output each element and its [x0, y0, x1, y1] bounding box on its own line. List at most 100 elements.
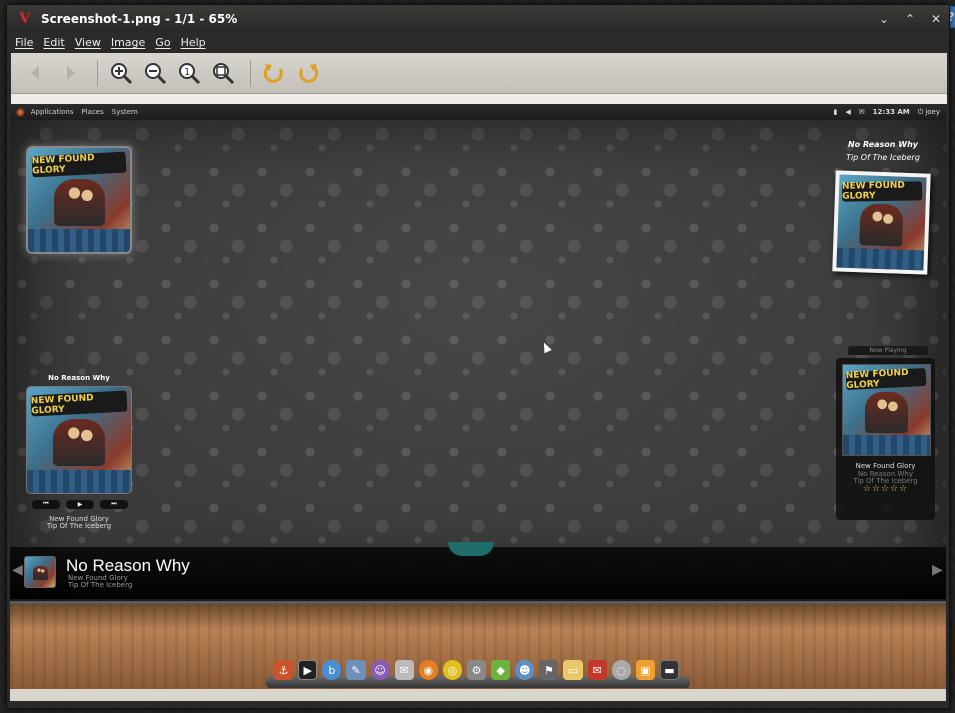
svg-text:1: 1 — [184, 67, 190, 78]
flag-icon: ⚑ — [539, 660, 559, 680]
maximize-button[interactable]: ⌃ — [897, 12, 923, 26]
anchor-icon: ⚓ — [274, 660, 294, 680]
volume-icon: ◀ — [845, 108, 851, 116]
zoom-fit-icon — [213, 63, 235, 85]
bar-album-thumb — [24, 556, 56, 588]
package-icon: ◆ — [491, 660, 511, 680]
rotate-right-button[interactable] — [293, 58, 323, 88]
play-button[interactable]: ▶ — [66, 499, 94, 509]
menu-edit[interactable]: Edit — [43, 36, 64, 49]
title-bar[interactable]: V Screenshot-1.png - 1/1 - 65% ⌄ ⌃ ✕ — [7, 5, 949, 32]
viewer-bottom-strip — [10, 689, 946, 701]
mail-icon: ✉ — [858, 108, 865, 116]
previous-track-button[interactable]: ⏮ — [32, 499, 60, 509]
power-icon: ⏻ — [917, 107, 924, 116]
zoom-out-icon — [145, 63, 167, 85]
minimize-button[interactable]: ⌄ — [871, 12, 897, 26]
menu-view[interactable]: View — [75, 36, 101, 49]
album-figures — [53, 418, 105, 467]
album-figures — [858, 203, 904, 247]
left-widget-song: No Reason Why — [48, 374, 110, 382]
top-right-album-title: Tip Of The Iceberg — [846, 153, 920, 162]
bar-next-arrow-icon: ▶ — [932, 562, 943, 578]
toolbar-separator — [250, 60, 251, 86]
panel-clock: 12:33 AM — [872, 108, 910, 116]
blogger-icon: b — [322, 660, 342, 680]
back-button[interactable] — [21, 58, 51, 88]
album-building — [843, 435, 930, 455]
album-band-text: NEW FOUND GLORY — [842, 180, 923, 202]
forward-arrow-icon — [67, 66, 75, 80]
monitor-icon: ▬ — [659, 660, 680, 680]
zoom-in-icon — [111, 63, 133, 85]
dock: ⚓ ▶ b ✎ ☺ ✉ ◉ ◎ ⚙ ◆ ☻ ⚑ ▭ ✉ ◌ ▣ ▬ — [274, 658, 684, 680]
album-art-now-playing: NEW FOUND GLORY — [842, 364, 931, 456]
toolbar: 1 — [11, 53, 947, 94]
panel-user: joey — [925, 108, 940, 116]
window-title: Screenshot-1.png - 1/1 - 65% — [41, 11, 238, 26]
top-right-song-title: No Reason Why — [847, 140, 919, 149]
menu-bar: File Edit View Image Go Help — [7, 32, 949, 53]
bar-song-title: No Reason Why — [66, 556, 190, 575]
image-display[interactable]: ◉ Applications Places System ▮ ◀ ✉ 12:33… — [10, 104, 946, 689]
folder-icon: ▭ — [563, 660, 583, 680]
zoom-1-icon: 1 — [179, 63, 201, 85]
teal-tab — [448, 542, 494, 556]
panel-places: Places — [81, 108, 104, 116]
text-editor-icon: ✎ — [346, 660, 366, 680]
background-terminal-peek — [0, 160, 10, 620]
network-icon: ▮ — [833, 108, 838, 116]
gnome-panel: ◉ Applications Places System — [10, 104, 946, 120]
album-building — [836, 247, 925, 271]
panel-system: System — [111, 108, 138, 116]
album-band-text: NEW FOUND GLORY — [846, 368, 927, 391]
panel-tray: ▮ ◀ ✉ 12:33 AM ⏻ joey — [826, 104, 940, 120]
left-widget-controls: ⏮ ▶ ⏭ — [32, 499, 128, 509]
now-playing-label: Now Playing — [848, 346, 928, 355]
disc-icon: ◌ — [611, 660, 631, 680]
zoom-original-button[interactable]: 1 — [174, 58, 204, 88]
pidgin-icon: ☺ — [370, 660, 390, 680]
album-building — [27, 469, 131, 493]
next-track-button[interactable]: ⏭ — [100, 499, 128, 509]
left-widget-album: Tip Of The Iceberg — [46, 522, 112, 530]
album-art-top-left: NEW FOUND GLORY — [26, 146, 132, 254]
album-band-text: NEW FOUND GLORY — [30, 390, 128, 418]
archive-icon: ▣ — [635, 660, 655, 680]
rating-stars: ☆☆☆☆☆ — [862, 484, 909, 494]
settings-icon: ⚙ — [466, 660, 487, 680]
firefox-icon: ◉ — [418, 660, 438, 680]
menu-file[interactable]: File — [15, 36, 33, 49]
app-logo-icon: V — [19, 9, 31, 27]
zoom-out-button[interactable] — [140, 58, 170, 88]
chat-icon: ✉ — [394, 660, 414, 680]
panel-applications: Applications — [30, 108, 74, 116]
wallpaper — [10, 104, 946, 597]
menu-help[interactable]: Help — [181, 36, 206, 49]
album-art-top-right: NEW FOUND GLORY — [832, 170, 931, 275]
rotate-right-icon — [299, 64, 319, 83]
close-button[interactable]: ✕ — [923, 12, 949, 26]
zoom-fit-button[interactable] — [208, 58, 238, 88]
chrome-icon: ◎ — [442, 660, 462, 680]
bar-album: Tip Of The Iceberg — [68, 581, 133, 589]
toolbar-separator — [97, 60, 98, 86]
menu-go[interactable]: Go — [155, 36, 170, 49]
rotate-left-button[interactable] — [259, 58, 289, 88]
album-figures — [53, 179, 105, 226]
album-figures — [864, 392, 909, 433]
forward-button[interactable] — [55, 58, 85, 88]
album-figures — [32, 566, 48, 580]
back-arrow-icon — [31, 66, 39, 80]
album-band-text: NEW FOUND GLORY — [31, 151, 127, 178]
bar-prev-arrow-icon: ◀ — [12, 562, 23, 578]
toolbar-strip — [11, 94, 947, 104]
now-playing-artist: New Found Glory — [855, 462, 916, 470]
album-art-left-widget: NEW FOUND GLORY — [26, 386, 132, 494]
album-building — [28, 229, 130, 252]
menu-image[interactable]: Image — [111, 36, 145, 49]
ubuntu-logo-icon: ◉ — [16, 106, 25, 118]
zoom-in-button[interactable] — [106, 58, 136, 88]
terminal-icon: ▶ — [298, 660, 318, 680]
contacts-icon: ☻ — [515, 660, 535, 680]
